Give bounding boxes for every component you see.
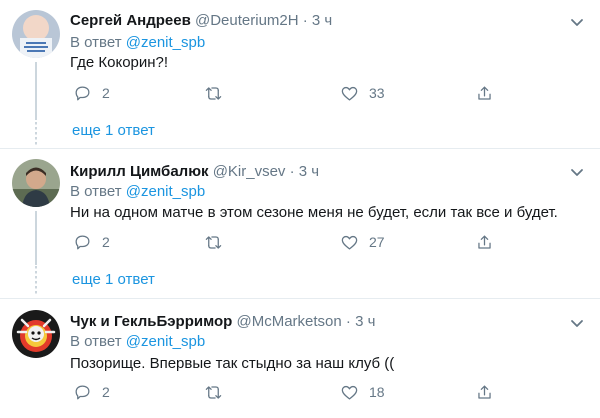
show-more-link[interactable]: еще 1 ответ [72,271,155,289]
clown-avatar-icon [12,310,60,358]
caret-down-icon[interactable] [568,314,586,332]
tweet-actions: 2 33 [70,82,500,104]
share-button[interactable] [475,381,494,403]
reply-button[interactable]: 2 [73,82,110,104]
tweet-time[interactable]: 3 ч [355,313,375,330]
tweet-header: Сергей Андреев @Deuterium2H · 3 ч [70,11,332,31]
reply-prefix: В ответ [70,333,122,350]
tweet-text: Ни на одном матче в этом сезоне меня не … [70,204,558,221]
show-more-link[interactable]: еще 1 ответ [72,122,155,140]
retweet-button[interactable] [204,381,233,403]
avatar[interactable] [12,310,60,358]
reply-button[interactable]: 2 [73,231,110,253]
share-icon [478,385,491,399]
share-icon [478,235,491,249]
tweet-header: Кирилл Цимбалюк @Kir_vsev · 3 ч [70,162,319,182]
reply-icon [75,235,90,249]
tweet-text: Где Кокорин?! [70,54,169,71]
retweet-icon [205,385,222,399]
like-button[interactable]: 18 [340,381,385,403]
reply-mention-link[interactable]: @zenit_spb [126,34,205,51]
tweet-2[interactable]: Кирилл Цимбалюк @Kir_vsev · 3 ч В ответ … [0,149,600,265]
tweet-time[interactable]: 3 ч [312,12,332,29]
author-handle[interactable]: @Kir_vsev [213,163,286,180]
show-more-replies[interactable]: еще 1 ответ [0,113,600,149]
reply-mention-link[interactable]: @zenit_spb [126,333,205,350]
tweet-actions: 2 18 [70,381,500,403]
reply-icon [75,86,90,100]
author-name[interactable]: Чук и ГекльБэрримор [70,313,232,330]
like-count: 27 [369,234,385,250]
retweet-icon [205,86,222,100]
reply-to: В ответ @zenit_spb [70,33,205,53]
author-handle[interactable]: @McMarketson [236,313,341,330]
show-more-replies[interactable]: еще 1 ответ [0,262,600,298]
reply-count: 2 [102,384,110,400]
tweet-time[interactable]: 3 ч [299,163,319,180]
thread-dots [35,117,37,145]
share-button[interactable] [475,82,494,104]
tweet-header: Чук и ГекльБэрримор @McMarketson · 3 ч [70,312,375,332]
thread-dots [35,266,37,294]
retweet-button[interactable] [204,231,233,253]
reply-prefix: В ответ [70,183,122,200]
like-count: 33 [369,85,385,101]
reply-prefix: В ответ [70,34,122,51]
like-icon [341,385,358,399]
author-handle[interactable]: @Deuterium2H [195,12,299,29]
tweet-actions: 2 27 [70,231,500,253]
author-name[interactable]: Сергей Андреев [70,12,191,29]
baby-photo-avatar-icon [12,10,60,58]
separator-dot: · [302,12,308,29]
reply-mention-link[interactable]: @zenit_spb [126,183,205,200]
tweet-text: Позорище. Впервые так стыдно за наш клуб… [70,355,395,372]
separator-dot: · [289,163,295,180]
avatar[interactable] [12,159,60,207]
thread-line [35,62,37,120]
reply-count: 2 [102,85,110,101]
separator-dot: · [345,313,351,330]
author-name[interactable]: Кирилл Цимбалюк [70,163,209,180]
retweet-button[interactable] [204,82,233,104]
reply-to: В ответ @zenit_spb [70,332,205,352]
tweet-3[interactable]: Чук и ГекльБэрримор @McMarketson · 3 ч В… [0,299,600,418]
reply-button[interactable]: 2 [73,381,110,403]
man-photo-avatar-icon [12,159,60,207]
reply-icon [75,385,90,399]
reply-to: В ответ @zenit_spb [70,182,205,202]
share-icon [478,86,491,100]
caret-down-icon[interactable] [568,163,586,181]
reply-count: 2 [102,234,110,250]
retweet-icon [205,235,222,249]
like-count: 18 [369,384,385,400]
avatar[interactable] [12,10,60,58]
caret-down-icon[interactable] [568,13,586,31]
tweet-1[interactable]: Сергей Андреев @Deuterium2H · 3 ч В отве… [0,0,600,120]
like-button[interactable]: 33 [340,82,385,104]
thread-line [35,211,37,265]
like-icon [341,86,358,100]
like-button[interactable]: 27 [340,231,385,253]
share-button[interactable] [475,231,494,253]
like-icon [341,235,358,249]
